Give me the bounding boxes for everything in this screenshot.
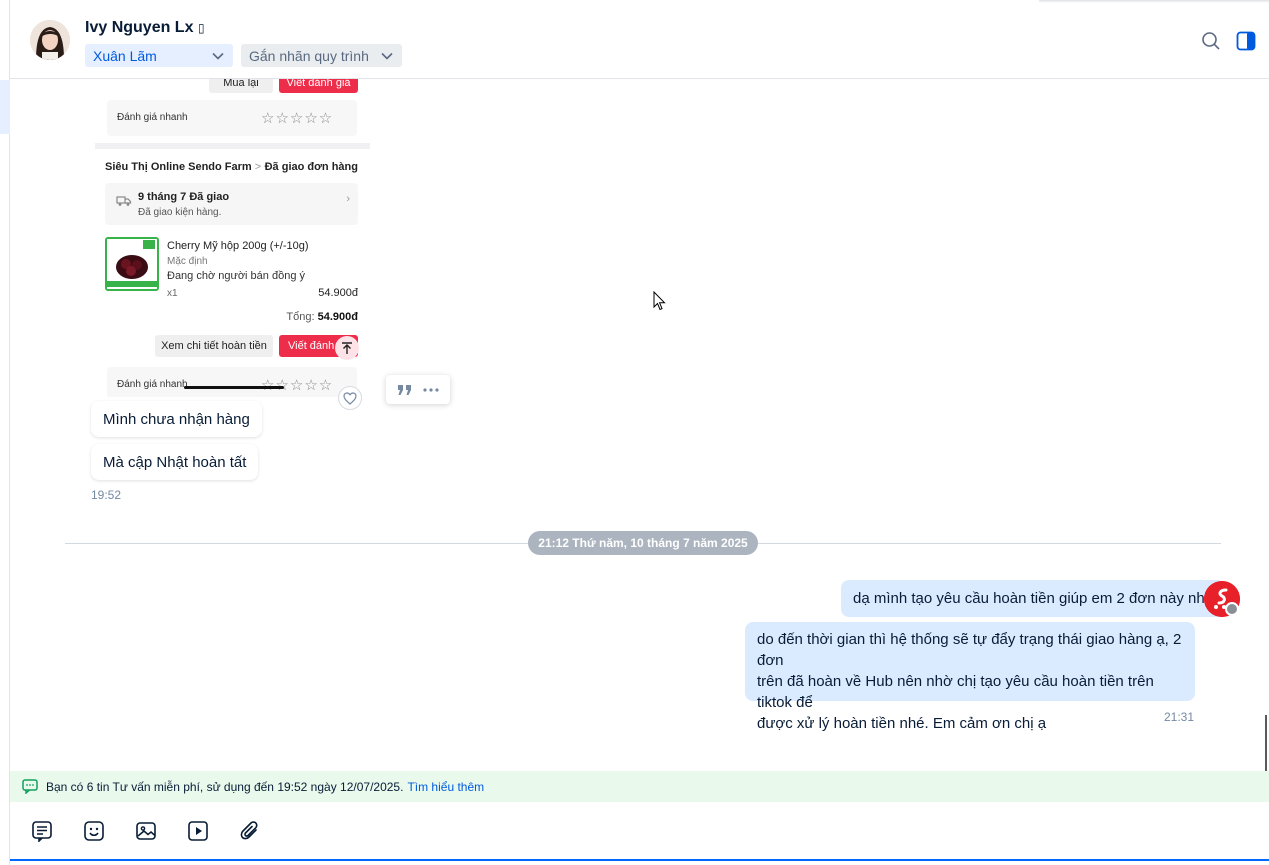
- outgoing-message-text: dạ mình tạo yêu cầu hoàn tiền giúp em 2 …: [853, 590, 1214, 607]
- assignee-dropdown[interactable]: Xuân Lãm: [85, 44, 233, 67]
- arrow-up-icon: [342, 342, 352, 354]
- total-label: Tổng:: [286, 311, 315, 323]
- quick-message-icon: [32, 821, 52, 842]
- conversation-list-edge: [0, 0, 10, 865]
- quick-rating-box-2: Đánh giá nhanh ☆☆☆☆☆: [107, 367, 357, 397]
- write-review-button-label: Viết đánh giá: [286, 79, 351, 89]
- sticker-button[interactable]: [82, 819, 106, 843]
- product-name: Cherry Mỹ hộp 200g (+/-10g): [167, 240, 309, 252]
- message-list[interactable]: Mua lại Viết đánh giá Đánh giá nhanh ☆☆☆…: [10, 79, 1269, 771]
- header-shadow: [1039, 0, 1269, 3]
- product-quantity: x1: [167, 288, 178, 299]
- react-heart-button[interactable]: [338, 386, 362, 410]
- assignee-label: Xuân Lãm: [93, 47, 157, 64]
- outgoing-timestamp: 21:31: [1164, 710, 1195, 724]
- contact-avatar[interactable]: [30, 20, 70, 60]
- quote-icon[interactable]: [397, 383, 413, 397]
- rating-stars: ☆☆☆☆☆: [261, 109, 334, 127]
- side-panel-icon[interactable]: [1236, 31, 1256, 51]
- heart-icon: [343, 391, 357, 405]
- chat-header: Ivy Nguyen Lx ▯ Xuân Lãm Gắn nhãn quy tr…: [10, 0, 1269, 79]
- chevron-down-icon: [381, 52, 393, 60]
- rating-stars-2: ☆☆☆☆☆: [261, 376, 334, 394]
- home-indicator-bar: [184, 386, 284, 389]
- notice-text: Bạn có 6 tin Tư vấn miễn phí, sử dụng đế…: [46, 779, 404, 794]
- chevron-down-icon: [212, 52, 224, 60]
- date-divider-label: 21:12 Thứ năm, 10 tháng 7 năm 2025: [528, 531, 758, 555]
- quick-message-button[interactable]: [30, 819, 54, 843]
- quick-rating-box: Đánh giá nhanh ☆☆☆☆☆: [107, 100, 357, 136]
- contact-name-text: Ivy Nguyen Lx: [85, 19, 194, 36]
- video-button[interactable]: [186, 819, 210, 843]
- write-review-button-2-label: Viết đánh: [288, 340, 335, 352]
- process-tag-dropdown[interactable]: Gắn nhãn quy trình: [241, 44, 402, 67]
- refund-detail-button: Xem chi tiết hoàn tiền: [155, 335, 273, 357]
- contact-name: Ivy Nguyen Lx ▯: [85, 19, 205, 37]
- more-icon[interactable]: [423, 387, 439, 392]
- incoming-message-text: Mà cập Nhật hoàn tất: [103, 453, 247, 471]
- delivery-title: 9 tháng 7 Đã giao: [138, 191, 230, 203]
- scroll-to-top-button[interactable]: [335, 336, 359, 360]
- process-tag-label: Gắn nhãn quy trình: [249, 47, 369, 64]
- outgoing-message-line: do đến thời gian thì hệ thống sẽ tự đẩy …: [757, 631, 1182, 669]
- write-review-button: Viết đánh giá: [279, 79, 358, 93]
- shop-name: Siêu Thị Online Sendo Farm >: [105, 161, 261, 173]
- video-icon: [188, 821, 208, 841]
- incoming-timestamp: 19:52: [91, 488, 122, 502]
- order-card: Siêu Thị Online Sendo Farm > Đã giao đơn…: [95, 149, 370, 397]
- agent-status-badge: [1225, 602, 1239, 616]
- outgoing-message-line: được xử lý hoàn tiền nhé. Em cảm ơn chị …: [757, 715, 1047, 732]
- selected-conversation-highlight[interactable]: [0, 80, 10, 134]
- attachment-icon: [240, 821, 258, 840]
- outgoing-message-line: trên đã hoàn về Hub nên nhờ chị tạo yêu …: [757, 673, 1154, 711]
- shop-name-text: Siêu Thị Online Sendo Farm: [105, 161, 252, 173]
- shared-order-screenshot[interactable]: Mua lại Viết đánh giá Đánh giá nhanh ☆☆☆…: [95, 79, 370, 397]
- shop-chevron: >: [254, 161, 262, 173]
- sticker-icon: [84, 821, 104, 841]
- incoming-message[interactable]: Mà cập Nhật hoàn tất: [91, 444, 259, 480]
- rebuy-button: Mua lại: [209, 79, 273, 93]
- scrollbar-thumb[interactable]: [1265, 715, 1267, 771]
- contact-name-suffix: ▯: [197, 21, 205, 35]
- composer-focus-line: [10, 859, 1269, 861]
- order-card-top: Mua lại Viết đánh giá Đánh giá nhanh ☆☆☆…: [95, 79, 370, 143]
- product-status: Đang chờ người bán đồng ý: [167, 270, 305, 282]
- outgoing-message[interactable]: dạ mình tạo yêu cầu hoàn tiền giúp em 2 …: [841, 580, 1226, 617]
- search-icon[interactable]: [1201, 31, 1221, 51]
- date-divider-text: 21:12 Thứ năm, 10 tháng 7 năm 2025: [538, 536, 748, 550]
- outgoing-message[interactable]: do đến thời gian thì hệ thống sẽ tự đẩy …: [745, 622, 1195, 732]
- rebuy-button-label: Mua lại: [223, 79, 259, 89]
- order-total: Tổng: 54.900đ: [286, 311, 358, 323]
- message-icon: [22, 779, 38, 794]
- attachment-button[interactable]: [238, 819, 262, 843]
- composer-toolbar: [10, 802, 1269, 860]
- image-button[interactable]: [134, 819, 158, 843]
- incoming-message[interactable]: Mình chưa nhận hàng: [91, 401, 262, 437]
- delivery-info: 9 tháng 7 Đã giao Đã giao kiện hàng. ›: [105, 183, 358, 225]
- product-price: 54.900đ: [318, 287, 358, 299]
- mouse-cursor-icon: [653, 291, 666, 311]
- truck-icon: [116, 196, 132, 206]
- image-icon: [136, 822, 156, 840]
- product-variant: Mặc định: [167, 256, 208, 267]
- delivery-subtitle: Đã giao kiện hàng.: [138, 207, 222, 218]
- order-status: Đã giao đơn hàng: [264, 161, 358, 173]
- product-image: [105, 237, 159, 291]
- learn-more-link[interactable]: Tìm hiểu thêm: [407, 780, 484, 794]
- total-value: 54.900đ: [317, 311, 358, 323]
- free-consult-notice: Bạn có 6 tin Tư vấn miễn phí, sử dụng đế…: [10, 771, 1269, 802]
- refund-detail-button-label: Xem chi tiết hoàn tiền: [161, 340, 267, 352]
- quick-rating-label-2: Đánh giá nhanh: [117, 379, 188, 390]
- incoming-message-text: Mình chưa nhận hàng: [103, 410, 250, 428]
- message-actions-toolbar: [386, 375, 450, 404]
- quick-rating-label: Đánh giá nhanh: [117, 112, 188, 123]
- delivery-chevron: ›: [346, 193, 350, 205]
